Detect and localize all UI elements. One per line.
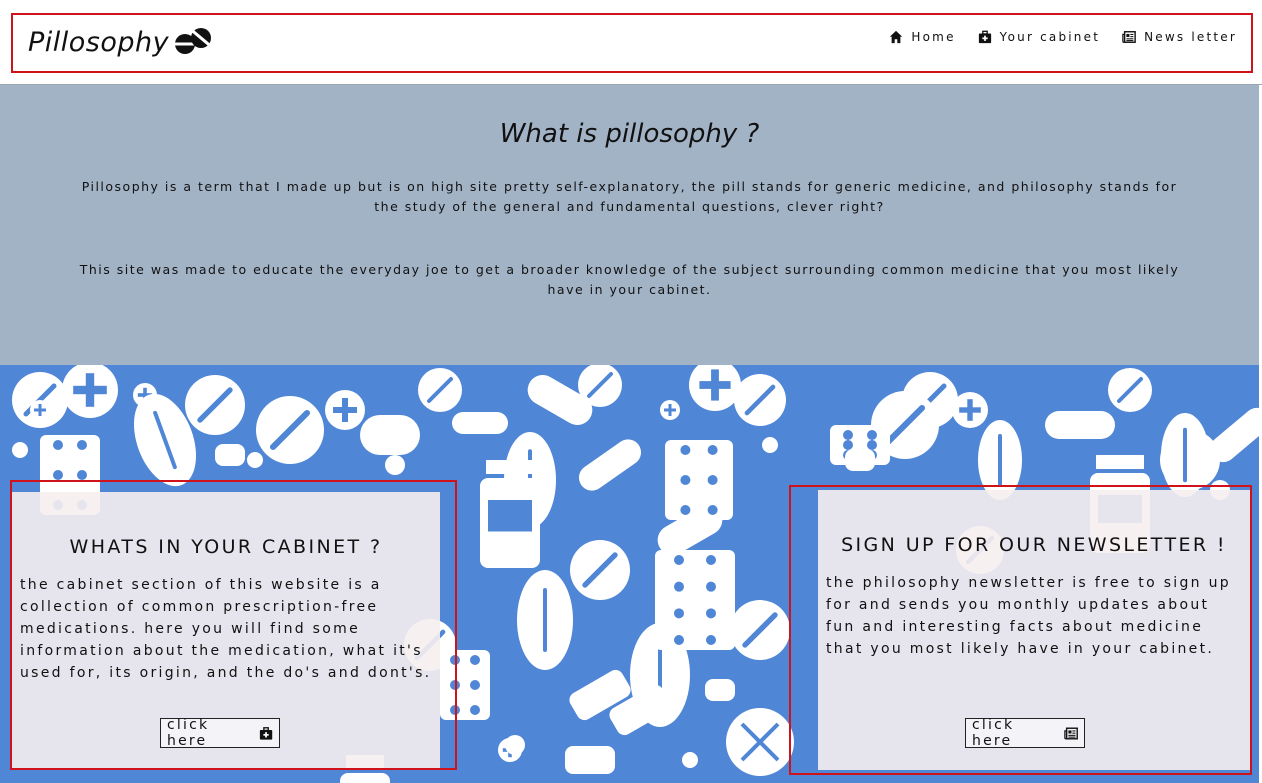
intro-title: What is pillosophy ? — [499, 119, 760, 149]
intro-paragraph-1: Pillosophy is a term that I made up but … — [81, 179, 1178, 214]
intro-section: What is pillosophy ? Pillosophy is a ter… — [0, 85, 1259, 365]
intro-paragraph-2: This site was made to educate the everyd… — [79, 262, 1180, 297]
newsletter-card-highlight-frame — [789, 485, 1252, 775]
cabinet-card-highlight-frame — [10, 480, 457, 770]
header-highlight-frame — [11, 13, 1253, 73]
site-header: Pillosophy Home Your cabinet News letter — [0, 0, 1262, 85]
